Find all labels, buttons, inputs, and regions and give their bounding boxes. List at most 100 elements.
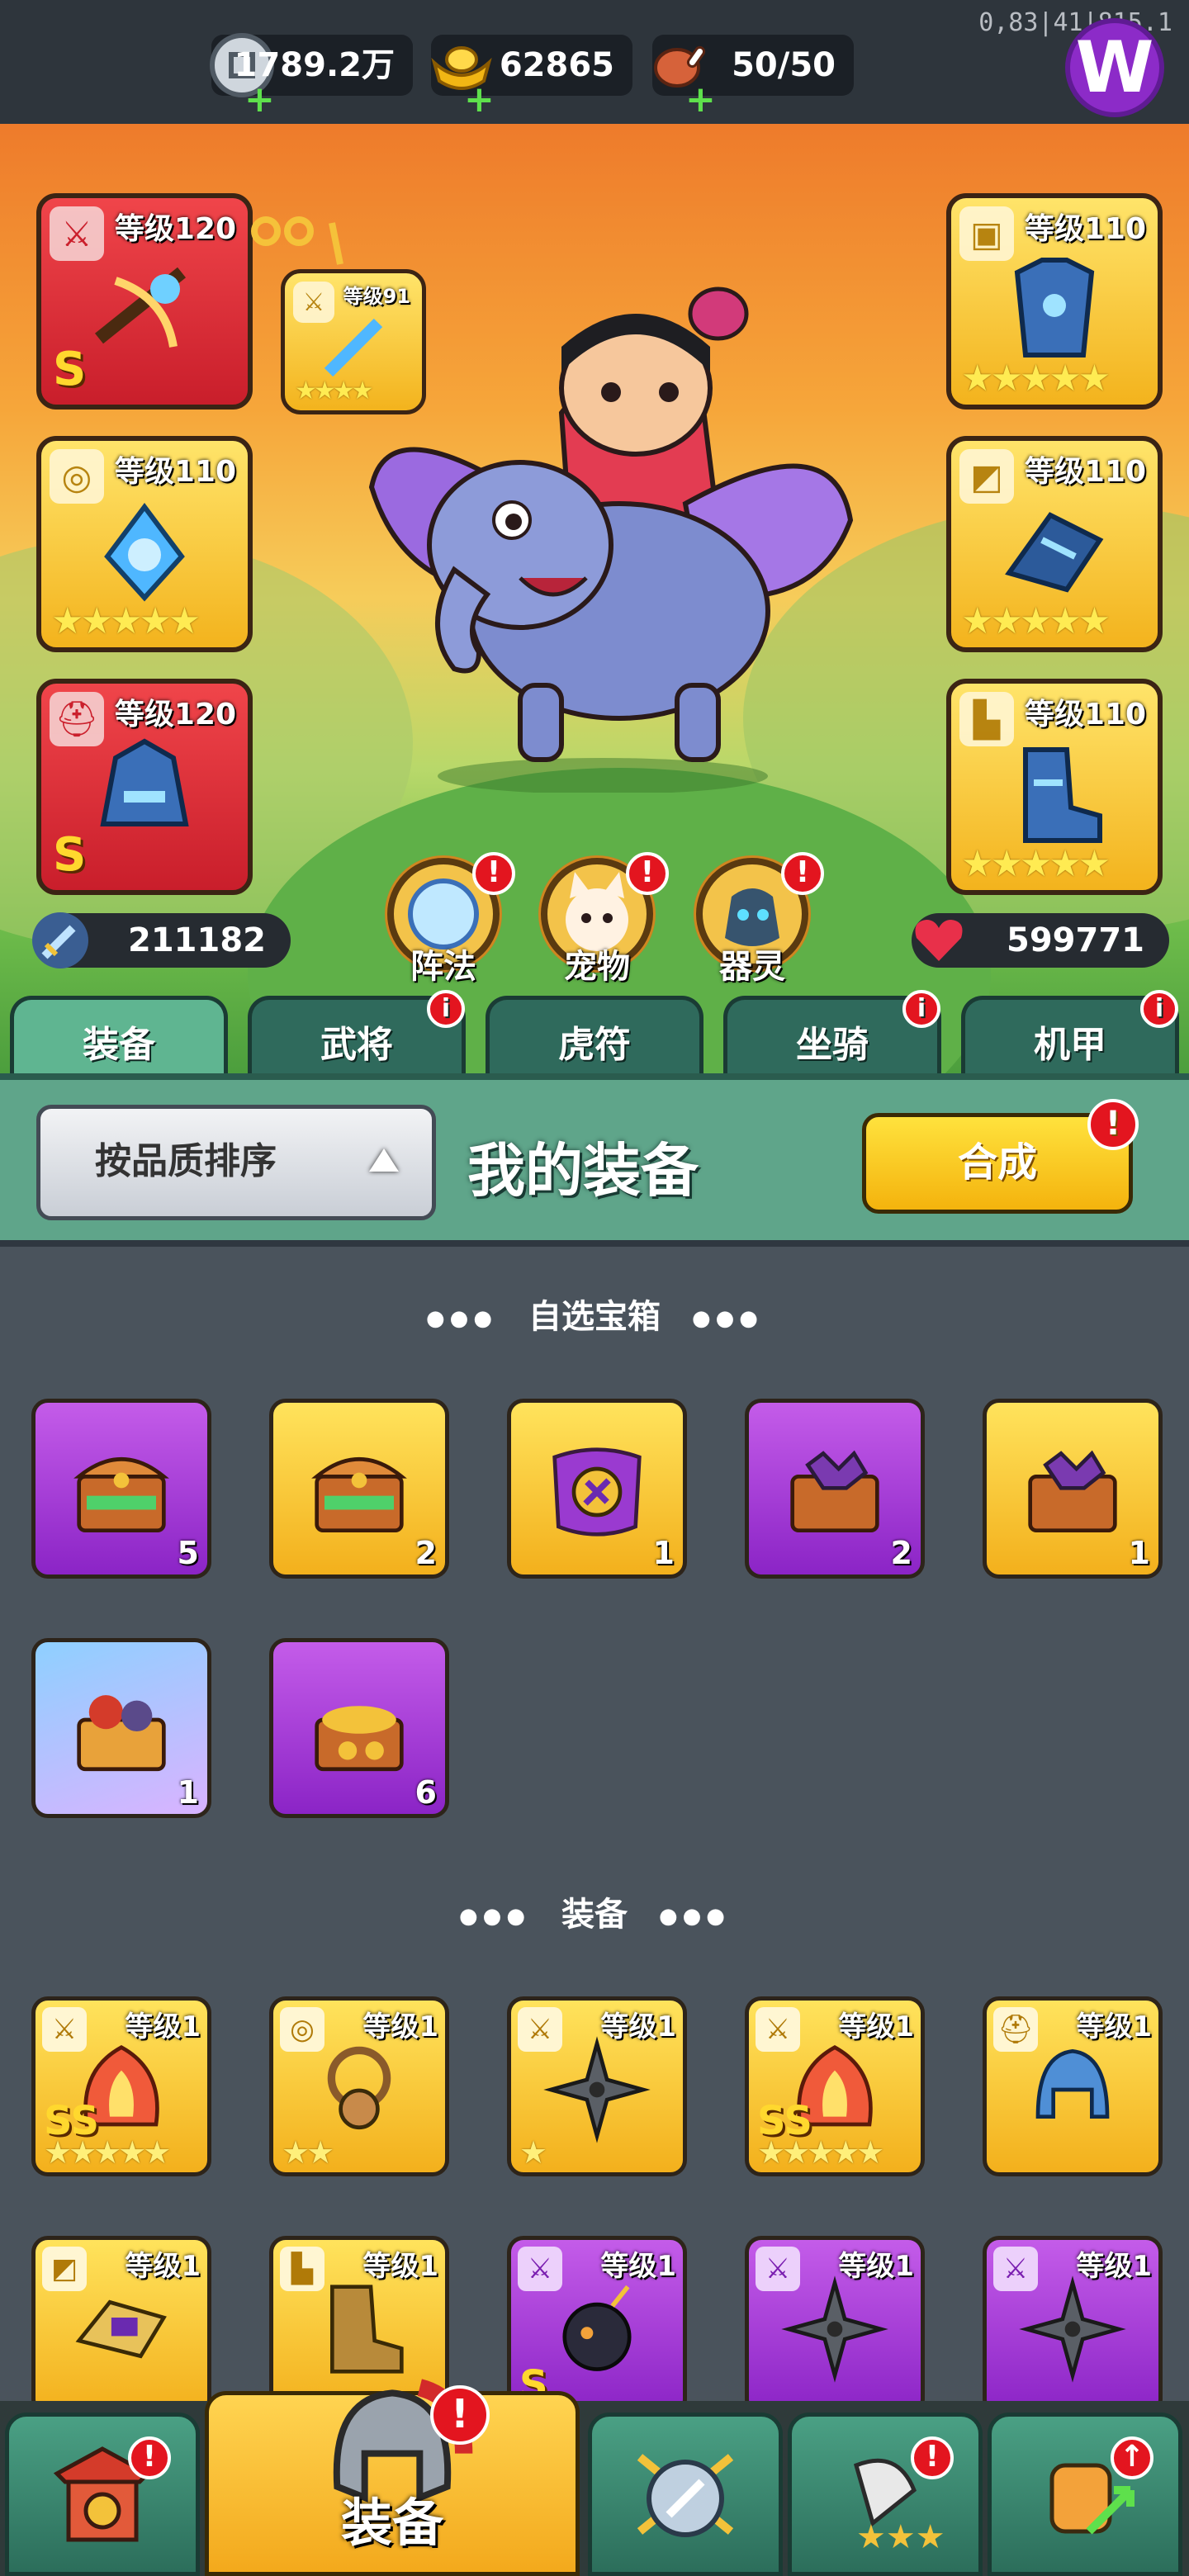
item-count: 1: [177, 1774, 199, 1811]
equipment-item[interactable]: ⛑ 等级1: [983, 1996, 1163, 2176]
dots-decoration-icon: ●●●: [459, 1904, 531, 1929]
gear-slot-bracer[interactable]: ◩ 等级110 ★★★★★: [946, 436, 1163, 652]
gold-value: 62865: [499, 46, 614, 84]
equipment-item[interactable]: ⚔ 等级1 S: [507, 2236, 687, 2416]
gear-slot-armor[interactable]: ▣ 等级110 ★★★★★: [946, 193, 1163, 410]
chest-item[interactable]: 2: [269, 1399, 449, 1579]
nav-battle-button[interactable]: [588, 2413, 783, 2576]
notification-badge: !: [781, 852, 824, 895]
hero-character-icon[interactable]: [355, 281, 867, 793]
gear-slot-amulet[interactable]: ◎ 等级110 ★★★★★: [36, 436, 253, 652]
equipment-panel-header: 按品质排序 我的装备 合成 !: [0, 1073, 1189, 1247]
gold-chest-icon: [315, 1706, 404, 1772]
gear-slot-secondary[interactable]: ⚔ 等级91 ★★★★: [281, 269, 426, 414]
add-silver-icon[interactable]: +: [244, 82, 275, 118]
item-count: 2: [414, 1535, 437, 1571]
item-count: 6: [414, 1774, 437, 1811]
stamina-resource[interactable]: 50/50 +: [652, 35, 854, 118]
resource-bar: 1789.2万 + 62865 + 50/50 + 0,83|41|815.1 …: [0, 0, 1189, 124]
sword-chest-icon: [552, 1447, 642, 1537]
attack-value: 211182: [128, 921, 266, 959]
bottom-navigation: ! 装备 ! ★★★ ! ↑: [0, 2379, 1189, 2576]
app-logo-icon: W: [1065, 18, 1164, 117]
svg-text:★★★: ★★★: [856, 2518, 945, 2556]
slot-level: 等级110: [1024, 212, 1146, 246]
star-rating: ★★★★★: [961, 358, 1111, 400]
blue-helmet-icon: [1035, 2049, 1110, 2119]
nav-upgrade-button[interactable]: ↑: [988, 2413, 1182, 2576]
sort-label: 按品质排序: [95, 1140, 277, 1182]
chest-item[interactable]: 1: [507, 1399, 687, 1579]
gear-slot-boots[interactable]: ▙ 等级110 ★★★★★: [946, 679, 1163, 895]
silver-resource[interactable]: 1789.2万 +: [210, 33, 413, 118]
equipment-item[interactable]: ⚔ 等级1 ★: [507, 1996, 687, 2176]
sort-by-quality-button[interactable]: 按品质排序: [36, 1105, 436, 1220]
item-count: 1: [1128, 1535, 1150, 1571]
hero-scene: ⚔ 等级120 S ◎ 等级110 ★★★★★ ⛑ 等级120 S ⚔ 等级91…: [0, 124, 1189, 1073]
chest-section-title: ●●● 自选宝箱 ●●●: [0, 1290, 1189, 1338]
notification-badge: !: [430, 2385, 490, 2445]
add-stamina-icon[interactable]: +: [685, 82, 716, 118]
chest-item[interactable]: 5: [31, 1399, 211, 1579]
item-count: 2: [890, 1535, 912, 1571]
merge-button[interactable]: 合成 !: [862, 1099, 1139, 1214]
formation-label: 阵法: [410, 948, 476, 986]
equipment-item[interactable]: ⚔ 等级1: [983, 2236, 1163, 2416]
shuriken-icon: [781, 2275, 888, 2383]
equipment-item[interactable]: ◎ 等级1 ★★: [269, 1996, 449, 2176]
tab-label: 装备: [83, 1024, 155, 1066]
pet-label: 宠物: [564, 948, 630, 986]
slot-level: 等级110: [1024, 698, 1146, 732]
grade-label: S: [53, 343, 87, 396]
amulet-icon: [327, 2046, 391, 2130]
add-gold-icon[interactable]: +: [464, 82, 495, 118]
equipment-item[interactable]: ◩ 等级1: [31, 2236, 211, 2416]
notification-badge: i: [902, 990, 940, 1028]
gear-slot-weapon[interactable]: ⚔ 等级120 S: [36, 193, 253, 410]
chest-item[interactable]: 1: [983, 1399, 1163, 1579]
gear-slot-helmet[interactable]: ⛑ 等级120 S: [36, 679, 253, 895]
nav-shop-button[interactable]: !: [5, 2413, 200, 2576]
artifact-spirit-button[interactable]: 器灵 !: [694, 852, 824, 986]
ice-armor-icon: [1014, 258, 1095, 358]
category-tabs: 装备 武将 i 虎符 坐骑 i 机甲 i: [0, 990, 1189, 1078]
notification-badge: !: [128, 2436, 171, 2479]
triangle-up-icon: [369, 1148, 399, 1172]
attack-stat: 211182: [32, 912, 291, 968]
equipment-section-title: ●●● 装备 ●●●: [0, 1887, 1189, 1935]
tab-tiger-tally[interactable]: 虎符: [486, 996, 703, 1078]
tab-equipment[interactable]: 装备: [10, 996, 228, 1078]
chest-item[interactable]: 2: [745, 1399, 925, 1579]
tab-label: 坐骑: [796, 1024, 869, 1066]
slot-level: 等级91: [343, 285, 410, 308]
ice-amulet-icon: [104, 503, 185, 602]
star-rating: ★: [519, 2134, 547, 2171]
nav-events-button[interactable]: ★★★ !: [788, 2413, 983, 2576]
chest-item[interactable]: 1: [31, 1638, 211, 1818]
formation-button[interactable]: 阵法 !: [385, 852, 515, 986]
tab-mecha[interactable]: 机甲 i: [961, 990, 1179, 1078]
crossbow-icon: [95, 267, 186, 348]
pet-button[interactable]: 宠物 !: [538, 852, 669, 986]
equipment-item[interactable]: ⚔ 等级1: [745, 2236, 925, 2416]
tab-label: 武将: [320, 1024, 393, 1066]
treasure-chest-icon: [73, 1457, 169, 1533]
dots-decoration-icon: ●●●: [426, 1306, 498, 1331]
slot-level: 等级120: [114, 212, 236, 246]
gold-resource[interactable]: 62865 +: [431, 35, 632, 118]
tab-mounts[interactable]: 坐骑 i: [723, 990, 941, 1078]
grade-label: SS: [757, 2098, 812, 2144]
ice-boots-icon: [1023, 747, 1102, 843]
shuriken-icon: [543, 2036, 651, 2143]
nav-equipment-button[interactable]: 装备 !: [205, 2379, 580, 2576]
equipment-item[interactable]: ⚔ 等级1 ★★★★★ SS: [745, 1996, 925, 2176]
item-count: 5: [177, 1535, 199, 1571]
item-count: 1: [652, 1535, 675, 1571]
chest-item[interactable]: 6: [269, 1638, 449, 1818]
heart-icon: [915, 920, 963, 961]
nav-label: 装备: [340, 2493, 443, 2553]
sword-icon: [32, 912, 88, 968]
tab-generals[interactable]: 武将 i: [248, 990, 466, 1078]
tab-label: 虎符: [558, 1024, 631, 1066]
equipment-item[interactable]: ⚔ 等级1 ★★★★★ SS: [31, 1996, 211, 2176]
